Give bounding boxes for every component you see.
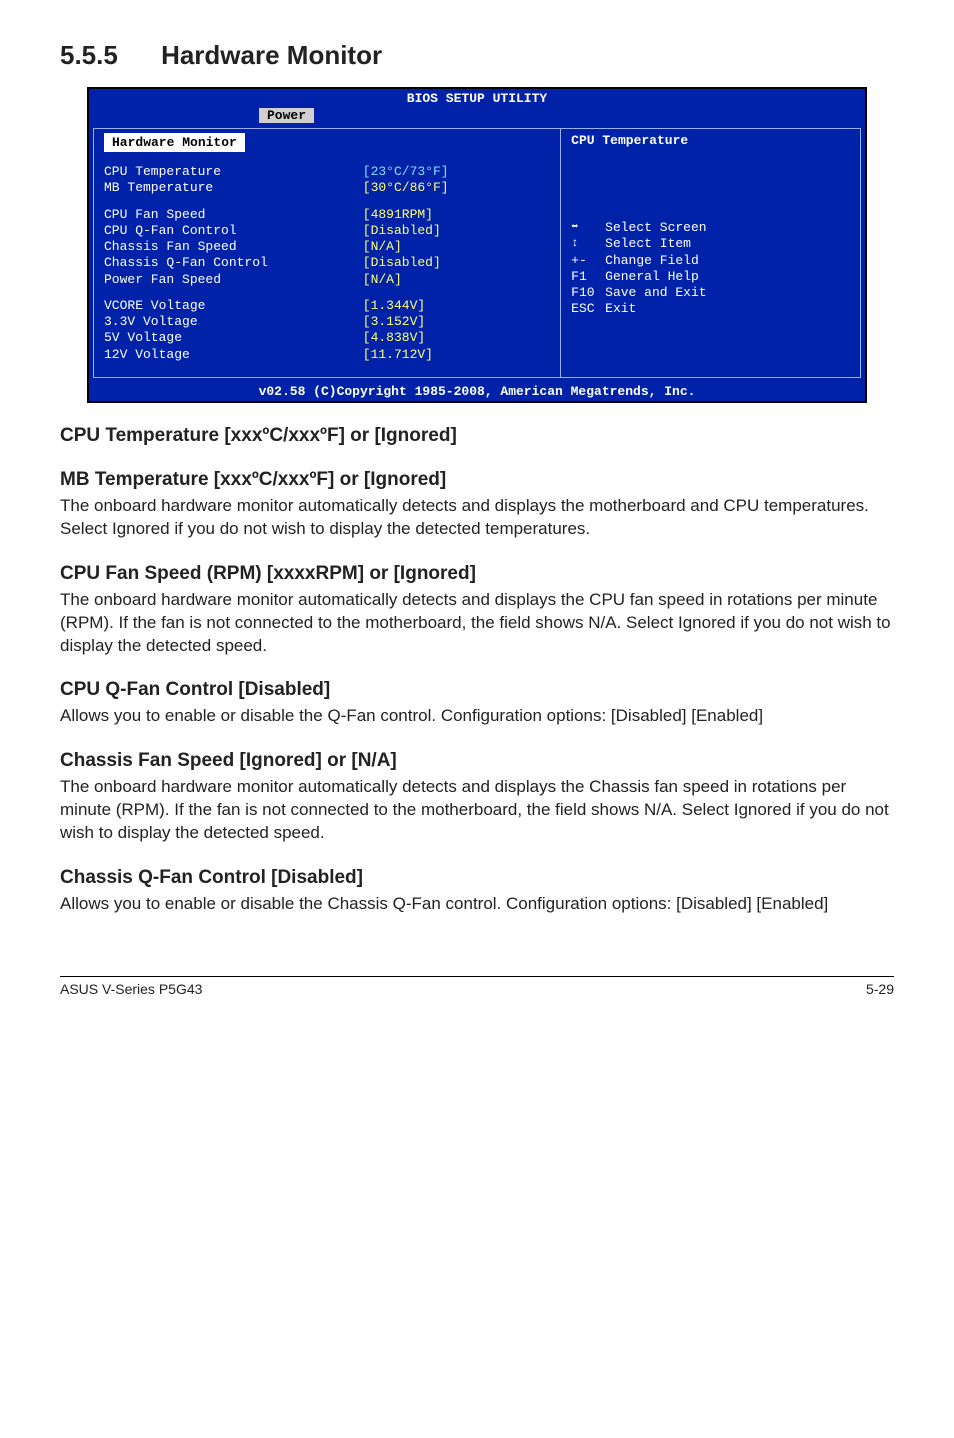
body-text: The onboard hardware monitor automatical… [60,776,894,845]
help-desc: Change Field [605,253,850,269]
esc-key: ESC [571,301,605,317]
plus-minus-icon: +- [571,253,605,269]
bios-label: 12V Voltage [104,347,363,363]
bios-row: 3.3V Voltage[3.152V] [104,314,550,330]
bios-row: Power Fan Speed[N/A] [104,272,550,288]
bios-value: [11.712V] [363,347,550,363]
bios-value: [23°C/73°F] [363,164,550,180]
bios-row: Chassis Fan Speed[N/A] [104,239,550,255]
section-number: 5.5.5 [60,40,118,71]
help-desc: Exit [605,301,850,317]
subheading-chassis-qfan: Chassis Q-Fan Control [Disabled] [60,867,894,889]
bios-value: [1.344V] [363,298,550,314]
subheading-cpu-qfan: CPU Q-Fan Control [Disabled] [60,679,894,701]
bios-label: 3.3V Voltage [104,314,363,330]
body-text: Allows you to enable or disable the Q-Fa… [60,705,894,728]
bios-label: CPU Q-Fan Control [104,223,363,239]
bios-label: CPU Temperature [104,164,363,180]
bios-row: 5V Voltage[4.838V] [104,330,550,346]
bios-label: Chassis Fan Speed [104,239,363,255]
bios-panel-title: Hardware Monitor [104,133,245,152]
body-text: Allows you to enable or disable the Chas… [60,893,894,916]
bios-value: [Disabled] [363,223,550,239]
bios-value: [Disabled] [363,255,550,271]
help-row: ESCExit [571,301,850,317]
bios-value: [4.838V] [363,330,550,346]
bios-row: CPU Fan Speed[4891RPM] [104,207,550,223]
arrows-ud-icon: ↕ [571,236,605,252]
bios-row: VCORE Voltage[1.344V] [104,298,550,314]
help-row: F10Save and Exit [571,285,850,301]
help-desc: Save and Exit [605,285,850,301]
bios-row: MB Temperature[30°C/86°F] [104,180,550,196]
bios-left-panel: Hardware Monitor CPU Temperature[23°C/73… [94,129,561,377]
bios-value: [3.152V] [363,314,550,330]
bios-row: Chassis Q-Fan Control[Disabled] [104,255,550,271]
bios-value: [30°C/86°F] [363,180,550,196]
body-text: The onboard hardware monitor automatical… [60,589,894,658]
bios-right-panel: CPU Temperature ⬌Select Screen ↕Select I… [561,129,860,377]
bios-footer: v02.58 (C)Copyright 1985-2008, American … [89,382,865,401]
bios-label: Power Fan Speed [104,272,363,288]
arrows-lr-icon: ⬌ [571,220,605,236]
bios-value: [N/A] [363,239,550,255]
subheading-cpu-temp: CPU Temperature [xxxºC/xxxºF] or [Ignore… [60,425,894,447]
bios-screenshot: BIOS SETUP UTILITY Power Hardware Monito… [87,87,867,403]
bios-header: BIOS SETUP UTILITY [89,89,865,108]
footer-left: ASUS V-Series P5G43 [60,981,202,997]
subheading-cpu-fan: CPU Fan Speed (RPM) [xxxxRPM] or [Ignore… [60,563,894,585]
subheading-mb-temp: MB Temperature [xxxºC/xxxºF] or [Ignored… [60,469,894,491]
bios-row: CPU Q-Fan Control[Disabled] [104,223,550,239]
bios-label: Chassis Q-Fan Control [104,255,363,271]
bios-help-block: ⬌Select Screen ↕Select Item +-Change Fie… [571,220,850,318]
subheading-chassis-fan: Chassis Fan Speed [Ignored] or [N/A] [60,750,894,772]
help-row: +-Change Field [571,253,850,269]
help-row: F1General Help [571,269,850,285]
bios-row: 12V Voltage[11.712V] [104,347,550,363]
bios-label: CPU Fan Speed [104,207,363,223]
help-row: ⬌Select Screen [571,220,850,236]
footer-right: 5-29 [866,981,894,997]
bios-label: 5V Voltage [104,330,363,346]
page-footer: ASUS V-Series P5G43 5-29 [60,976,894,997]
body-text: The onboard hardware monitor automatical… [60,495,894,541]
f10-key: F10 [571,285,605,301]
help-row: ↕Select Item [571,236,850,252]
f1-key: F1 [571,269,605,285]
section-title: 5.5.5 Hardware Monitor [60,40,894,71]
bios-inner: Hardware Monitor CPU Temperature[23°C/73… [93,128,861,378]
bios-value: [N/A] [363,272,550,288]
bios-label: MB Temperature [104,180,363,196]
bios-value: [4891RPM] [363,207,550,223]
help-desc: Select Item [605,236,850,252]
bios-row: CPU Temperature[23°C/73°F] [104,164,550,180]
bios-tab-row: Power [89,108,865,124]
help-desc: General Help [605,269,850,285]
section-text: Hardware Monitor [161,40,382,70]
bios-tab-power: Power [259,108,314,123]
bios-help-title: CPU Temperature [571,133,850,148]
bios-label: VCORE Voltage [104,298,363,314]
help-desc: Select Screen [605,220,850,236]
